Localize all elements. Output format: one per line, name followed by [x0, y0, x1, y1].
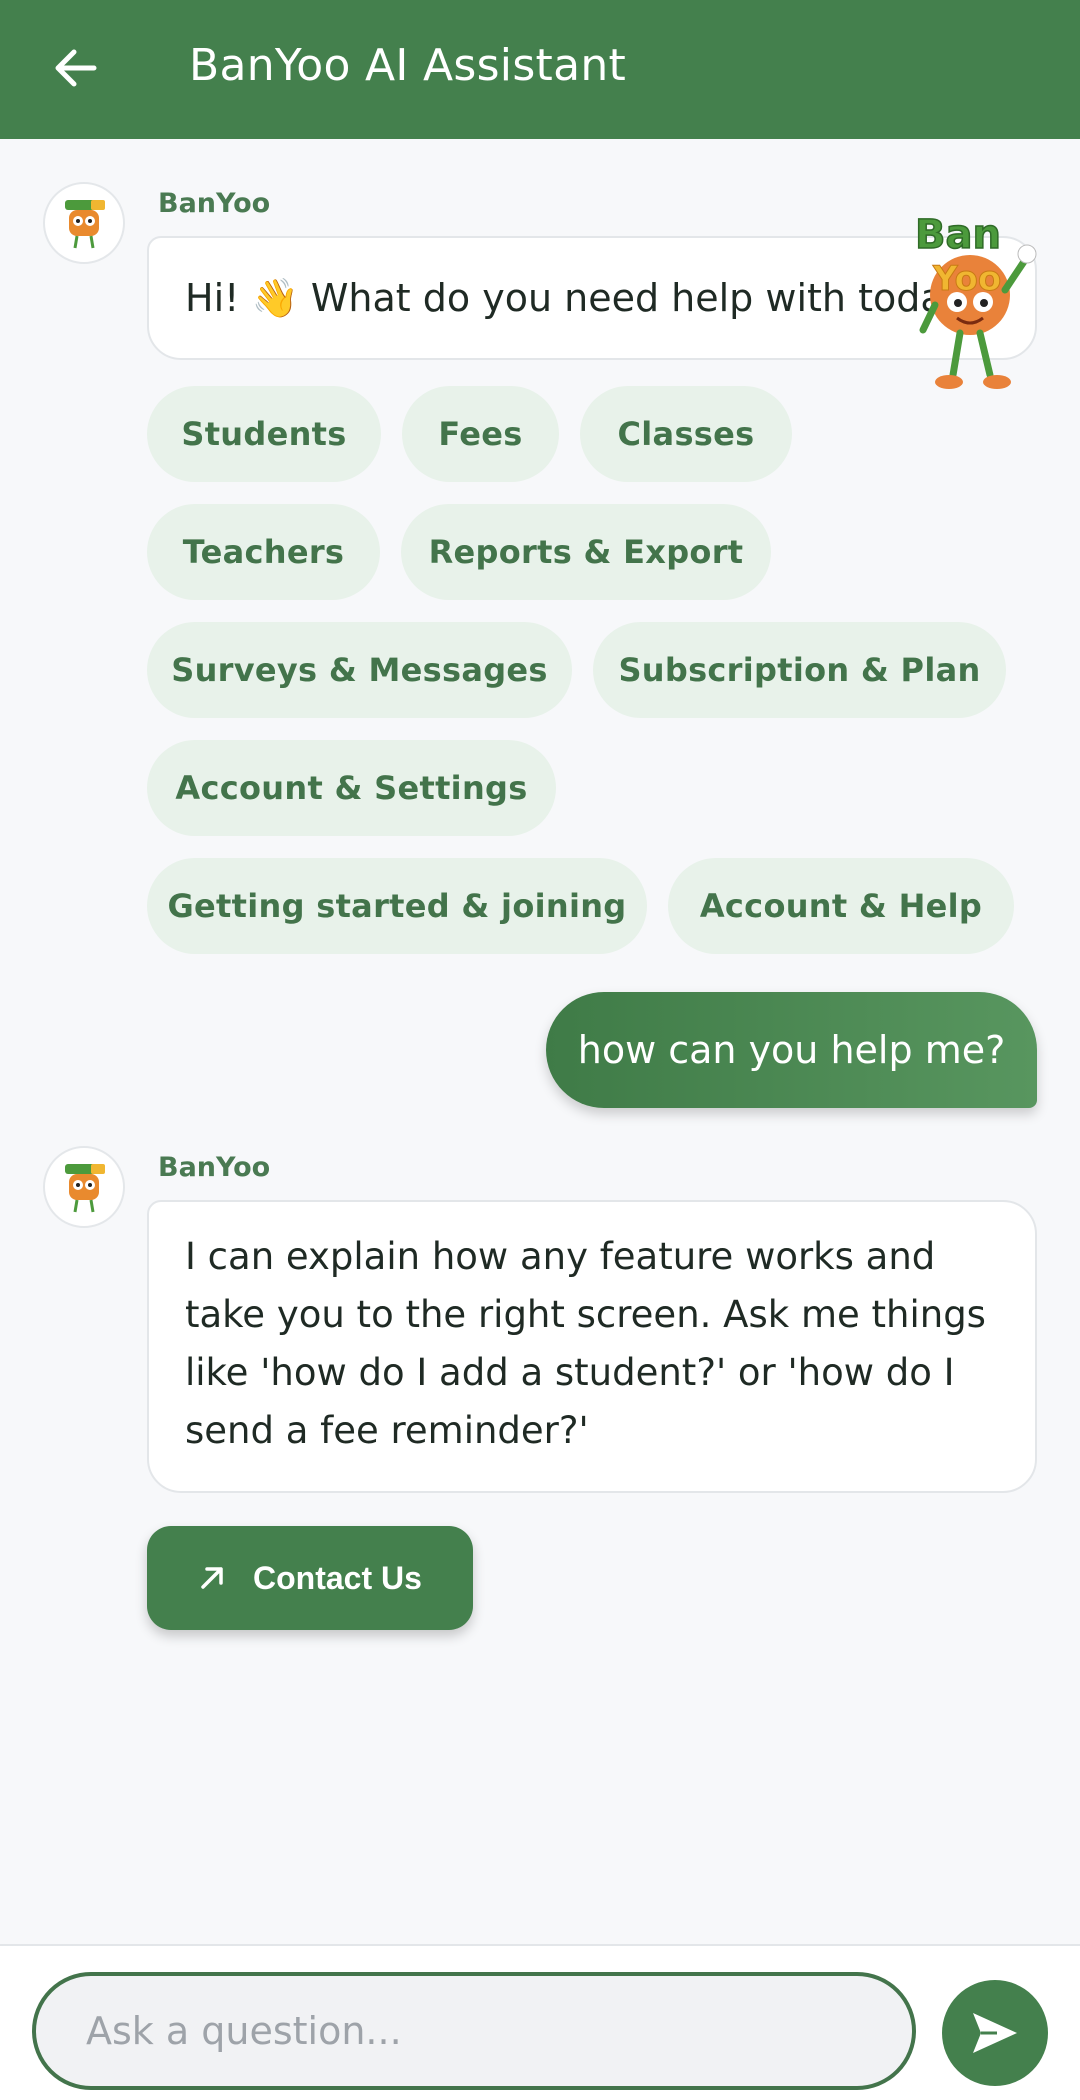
banyoo-logo-icon [65, 1164, 105, 1213]
arrow-up-right-icon [201, 1567, 223, 1589]
chip-students[interactable]: Students [147, 386, 381, 482]
chip-getting-started[interactable]: Getting started & joining [147, 858, 647, 954]
question-input[interactable] [32, 1972, 916, 2090]
banyoo-logo-icon [65, 200, 105, 249]
send-button[interactable] [942, 1980, 1048, 2086]
app-bar: BanYoo AI Assistant [0, 0, 1080, 139]
bot-message-bubble: Hi! 👋 What do you need help with today? [147, 236, 1037, 360]
chip-fees[interactable]: Fees [402, 386, 559, 482]
send-icon [973, 2013, 1017, 2053]
svg-text:Ban: Ban [915, 212, 1001, 258]
chip-surveys-messages[interactable]: Surveys & Messages [147, 622, 572, 718]
back-button[interactable] [44, 36, 108, 100]
bot-message-bubble: I can explain how any feature works and … [147, 1200, 1037, 1493]
bot-message-text: I can explain how any feature works and … [185, 1235, 986, 1452]
chip-classes[interactable]: Classes [580, 386, 792, 482]
chip-account-help[interactable]: Account & Help [668, 858, 1014, 954]
chip-account-settings[interactable]: Account & Settings [147, 740, 556, 836]
sender-name: BanYoo [158, 1152, 271, 1183]
sender-name: BanYoo [158, 188, 271, 219]
composer-bar [0, 1944, 1080, 2100]
chip-teachers[interactable]: Teachers [147, 504, 380, 600]
bot-avatar [43, 182, 125, 264]
contact-us-label: Contact Us [253, 1559, 422, 1596]
bot-avatar [43, 1146, 125, 1228]
user-message-bubble: how can you help me? [546, 992, 1037, 1108]
contact-us-button[interactable]: Contact Us [147, 1526, 473, 1630]
arrow-left-icon [55, 49, 97, 87]
chip-reports-export[interactable]: Reports & Export [401, 504, 771, 600]
banyoo-mascot-icon: Ban Yoo [914, 211, 1037, 389]
svg-text:Yoo: Yoo [932, 259, 1001, 299]
chip-subscription-plan[interactable]: Subscription & Plan [593, 622, 1006, 718]
user-message-text: how can you help me? [577, 1028, 1006, 1072]
bot-message-text: Hi! 👋 What do you need help with today? [185, 276, 987, 320]
page-title: BanYoo AI Assistant [189, 40, 627, 91]
